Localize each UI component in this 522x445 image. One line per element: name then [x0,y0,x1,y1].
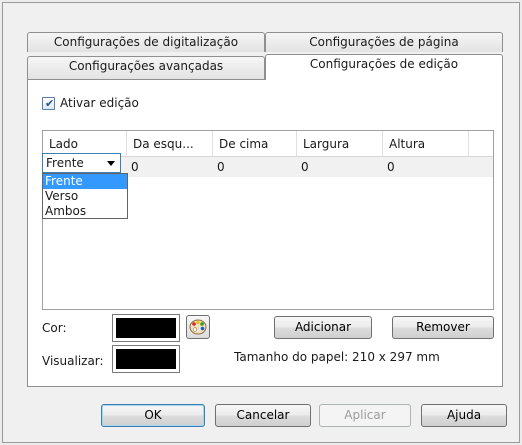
color-label: Cor: [42,321,67,335]
tab-scan-settings[interactable]: Configurações de digitalização [27,32,265,52]
side-select-value: Frente [46,156,84,170]
column-header-height[interactable]: Altura [383,131,469,157]
enable-edit-label: Ativar edição [60,96,139,110]
palette-icon [189,319,207,335]
cell-width[interactable]: 0 [297,157,309,177]
side-dropdown-list: Frente Verso Ambos [42,173,128,219]
tab-edit-settings[interactable]: Configurações de edição [265,54,503,80]
apply-button[interactable]: Aplicar [319,404,411,427]
color-swatch-fill [116,318,176,338]
column-header-width[interactable]: Largura [297,131,383,157]
side-option-front[interactable]: Frente [43,174,127,189]
tab-page-settings[interactable]: Configurações de página [265,32,503,52]
side-select[interactable]: Frente [42,153,121,173]
column-header-left[interactable]: Da esqu... [127,131,213,157]
edit-settings-dialog: Configurações de digitalização Configura… [2,2,520,443]
color-swatch[interactable] [112,314,180,342]
help-button[interactable]: Ajuda [421,404,507,427]
tab-label: Configurações de página [309,35,459,49]
add-button[interactable]: Adicionar [274,316,372,339]
column-header-top[interactable]: De cima [213,131,297,157]
side-option-both[interactable]: Ambos [43,204,127,219]
preview-swatch [112,345,180,373]
cancel-button[interactable]: Cancelar [215,404,311,427]
remove-button[interactable]: Remover [392,316,494,339]
tab-label: Configurações de digitalização [53,35,239,49]
preview-label: Visualizar: [42,354,104,368]
enable-edit-checkbox[interactable]: ✔ [42,97,55,110]
cell-left[interactable]: 0 [127,157,139,177]
ok-button[interactable]: OK [101,404,205,427]
paper-size-text: Tamanho do papel: 210 x 297 mm [234,350,440,364]
chevron-down-icon[interactable] [107,161,115,166]
tab-advanced-settings[interactable]: Configurações avançadas [27,56,265,79]
tab-label: Configurações avançadas [68,59,224,73]
column-header-filler [469,131,493,157]
color-picker-button[interactable] [186,315,210,339]
side-option-back[interactable]: Verso [43,189,127,204]
edit-settings-panel: ✔ Ativar edição Lado Da esqu... De cima … [27,79,503,387]
cell-top[interactable]: 0 [213,157,225,177]
checkmark-icon: ✔ [45,97,55,110]
tab-label: Configurações de edição [309,57,459,71]
preview-swatch-fill [116,349,176,369]
cell-height[interactable]: 0 [383,157,395,177]
